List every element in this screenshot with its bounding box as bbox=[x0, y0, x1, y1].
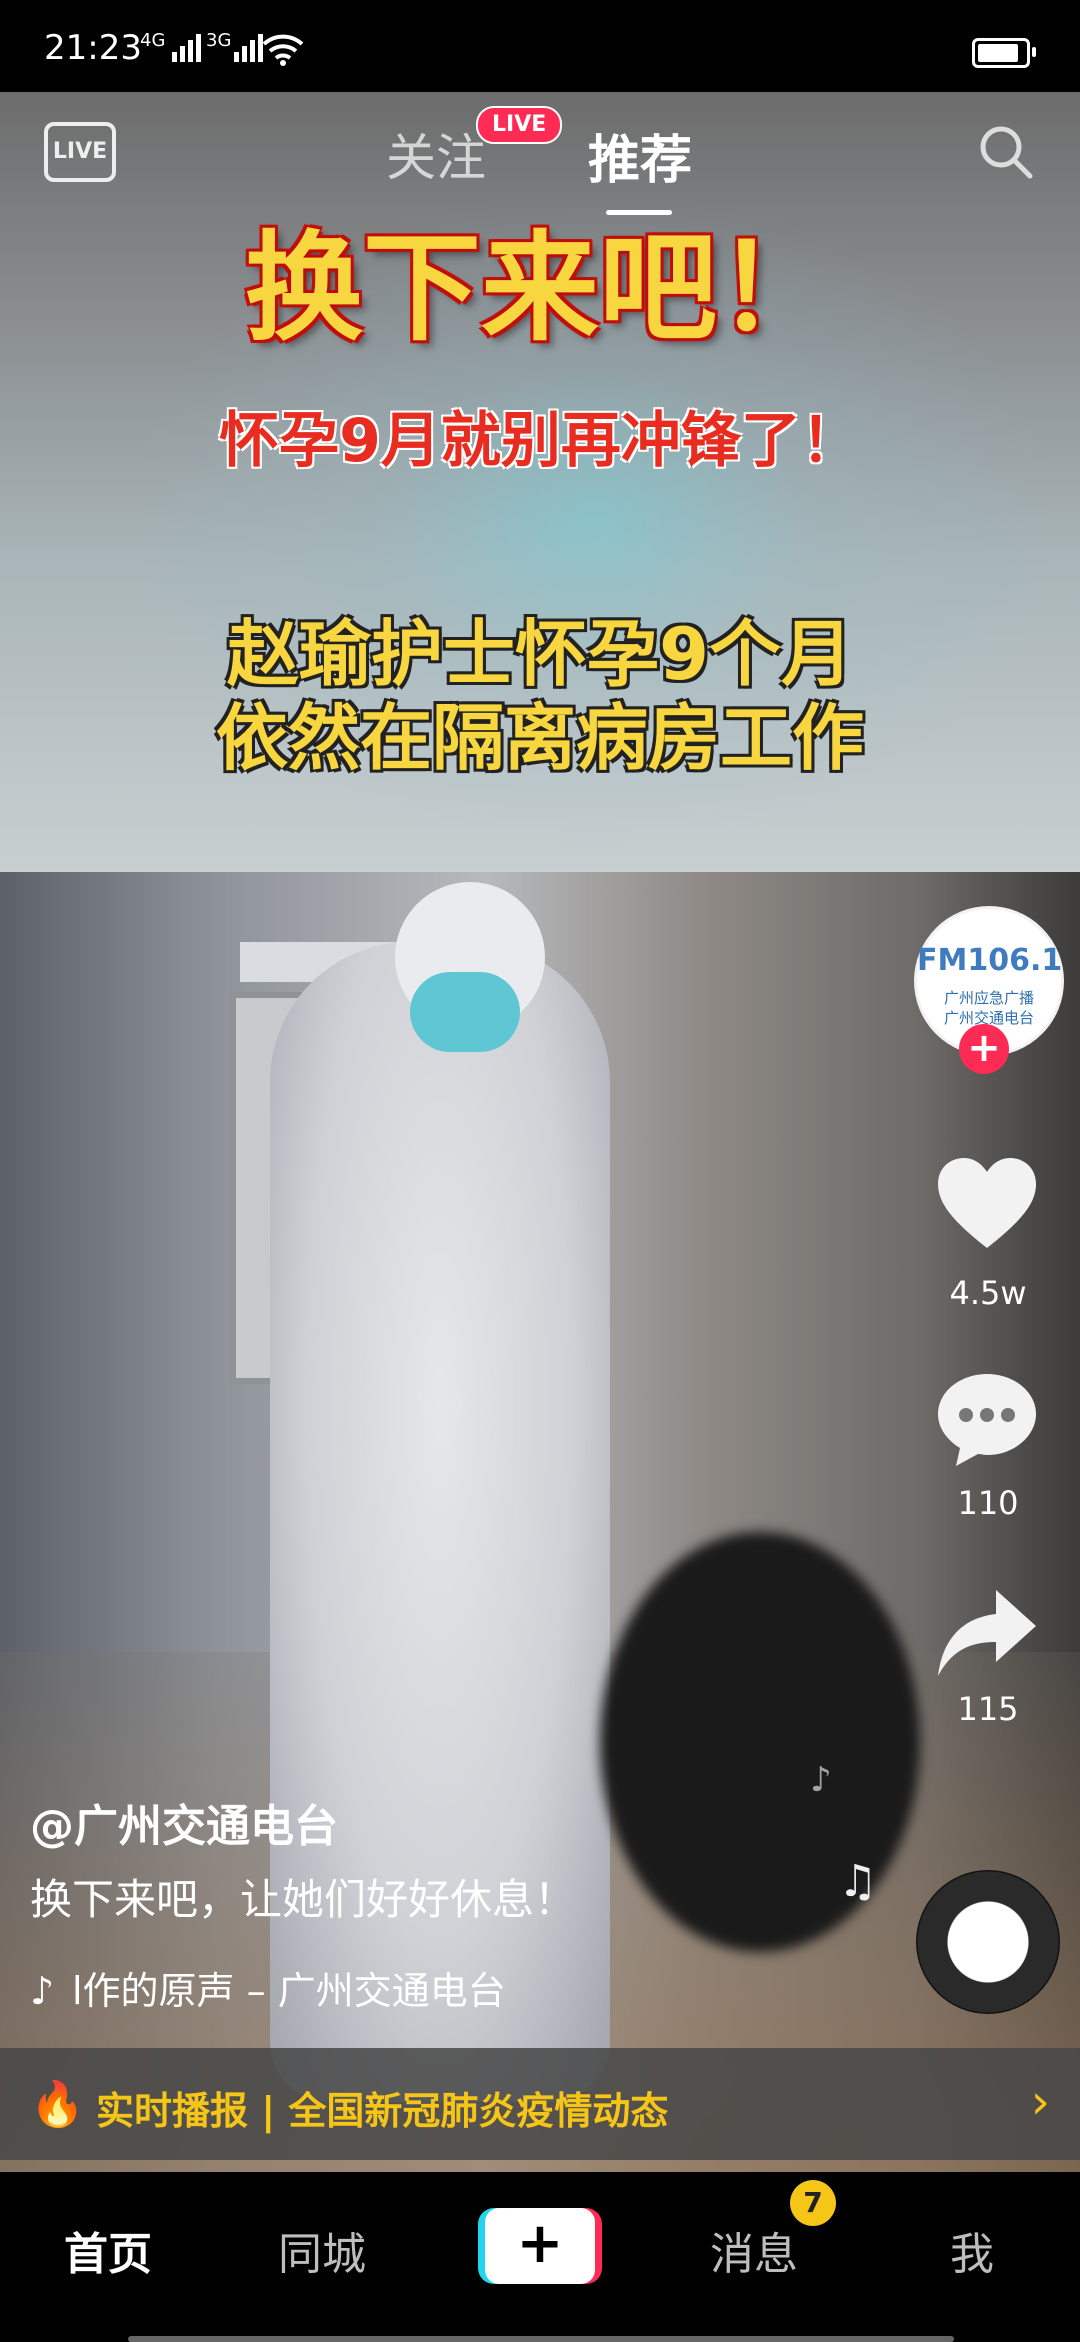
music-title: l作的原声 – 广州交通电台 bbox=[72, 1969, 506, 2013]
video-headline: 换下来吧！ bbox=[244, 219, 835, 357]
author-name[interactable]: @广州交通电台 bbox=[30, 1790, 338, 1854]
news-banner[interactable]: 🔥 实时播报 | 全国新冠肺炎疫情动态 › bbox=[0, 2048, 1080, 2160]
follow-button[interactable]: + bbox=[959, 1024, 1009, 1074]
add-button[interactable]: + bbox=[478, 2208, 602, 2284]
nurse-figure bbox=[270, 942, 610, 2102]
music-disc-icon[interactable] bbox=[916, 1870, 1060, 2014]
share-count: 115 bbox=[957, 1690, 1019, 1728]
home-indicator bbox=[128, 2336, 954, 2342]
bottom-navigation: 首页 同城 + 消息 7 我 bbox=[0, 2172, 1080, 2342]
music-row[interactable]: ♪ l作的原声 – 广州交通电台 bbox=[30, 1960, 506, 2015]
tab-follow[interactable]: 关注 bbox=[386, 118, 486, 190]
status-bar: 21:23 4G 3G bbox=[0, 0, 1080, 92]
share-icon[interactable] bbox=[934, 1584, 1040, 1684]
battery-icon bbox=[972, 38, 1036, 68]
status-time: 21:23 bbox=[44, 28, 142, 68]
music-note-icon: ♪ bbox=[30, 1969, 55, 2013]
wifi-icon bbox=[262, 34, 304, 66]
post-description: 换下来吧，让她们好好休息！ bbox=[30, 1875, 577, 1924]
tab-recommend[interactable]: 推荐 bbox=[588, 118, 692, 193]
top-navigation: LIVE 关注 LIVE 推荐 bbox=[0, 92, 1080, 215]
nav-me[interactable]: 我 bbox=[950, 2218, 994, 2282]
active-tab-indicator bbox=[606, 210, 672, 215]
chevron-right-icon: › bbox=[1030, 2074, 1050, 2130]
banner-text: 实时播报 | 全国新冠肺炎疫情动态 bbox=[96, 2089, 669, 2133]
nav-city[interactable]: 同城 bbox=[278, 2218, 366, 2282]
video-caption: 赵瑜护士怀孕9个月 依然在隔离病房工作 bbox=[0, 612, 1080, 780]
like-count: 4.5w bbox=[949, 1274, 1027, 1312]
signal-4g-label: 4G bbox=[140, 30, 166, 51]
nav-messages[interactable]: 消息 bbox=[710, 2218, 798, 2282]
comment-icon[interactable] bbox=[934, 1370, 1040, 1470]
nav-home[interactable]: 首页 bbox=[64, 2218, 152, 2282]
nurse-mask bbox=[410, 972, 520, 1052]
video-player[interactable]: 换下来吧！ 怀孕9月就别再冲锋了！ 赵瑜护士怀孕9个月 依然在隔离病房工作 bbox=[0, 92, 1080, 2172]
messages-badge: 7 bbox=[790, 2180, 836, 2226]
video-caption-line2: 依然在隔离病房工作 bbox=[215, 696, 864, 780]
floating-note-icon: ♫ bbox=[838, 1856, 878, 1907]
avatar-subtitle-1: 广州应急广播 bbox=[943, 989, 1034, 1007]
live-tv-icon[interactable]: LIVE bbox=[44, 122, 116, 182]
video-subheadline: 怀孕9月就别再冲锋了！ bbox=[219, 406, 861, 476]
avatar-title: FM106.1 bbox=[917, 943, 1063, 978]
fire-icon: 🔥 bbox=[30, 2079, 85, 2130]
signal-bars-icon bbox=[172, 34, 201, 62]
plus-icon: + bbox=[485, 2208, 595, 2284]
heart-icon[interactable] bbox=[934, 1156, 1040, 1256]
floating-note-icon: ♪ bbox=[810, 1760, 832, 1800]
search-icon[interactable] bbox=[976, 122, 1036, 182]
signal-3g-label: 3G bbox=[206, 30, 232, 51]
video-caption-line1: 赵瑜护士怀孕9个月 bbox=[226, 612, 854, 696]
live-badge: LIVE bbox=[476, 106, 563, 144]
comment-count: 110 bbox=[957, 1484, 1019, 1522]
